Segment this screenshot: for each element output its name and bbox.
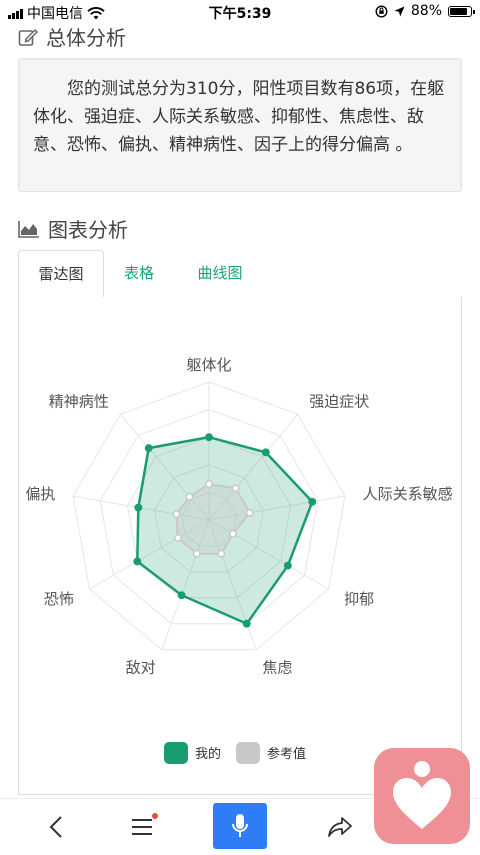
chart-panel: 躯体化强迫症状人际关系敏感抑郁焦虑 敌对 恐怖 偏执 精神病性我的 参考值 bbox=[18, 297, 462, 795]
radar-indicator-label: 精神病性 bbox=[49, 392, 109, 410]
tab-table-label: 表格 bbox=[123, 264, 154, 282]
radar-point-mine bbox=[205, 433, 213, 442]
radar-point-reference bbox=[231, 484, 240, 493]
notification-dot bbox=[152, 813, 158, 819]
status-bar: 中国电信 下午5:39 88% bbox=[0, 0, 480, 24]
radar-indicator-label: 躯体化 bbox=[186, 356, 231, 374]
legend-label-mine: 我的 bbox=[195, 746, 221, 762]
radar-indicator-label: 偏执 bbox=[25, 485, 55, 503]
legend-label-reference: 参考值 bbox=[267, 746, 306, 762]
radar-indicator-label: 抑郁 bbox=[344, 590, 374, 608]
edit-icon bbox=[18, 28, 38, 46]
microphone-icon bbox=[232, 814, 248, 837]
radar-point-mine bbox=[177, 591, 186, 600]
chart-tabs: 雷达图 表格 曲线图 bbox=[18, 250, 462, 298]
chart-title: 图表分析 bbox=[48, 218, 128, 242]
radar-point-mine bbox=[308, 497, 317, 506]
tab-radar-label: 雷达图 bbox=[38, 265, 84, 283]
radar-chart: 躯体化强迫症状人际关系敏感抑郁焦虑 敌对 恐怖 偏执 精神病性我的 参考值 bbox=[25, 356, 453, 764]
menu-icon bbox=[132, 819, 152, 835]
summary-box: 您的测试总分为310分，阳性项目数有86项，在躯体化、强迫症、人际关系敏感、抑郁… bbox=[18, 58, 462, 192]
radar-point-mine bbox=[133, 557, 142, 566]
back-button[interactable] bbox=[36, 799, 76, 855]
share-icon bbox=[328, 817, 352, 837]
summary-section-title: 总体分析 bbox=[18, 22, 126, 51]
heart-person-icon bbox=[393, 761, 451, 829]
voice-input-button[interactable] bbox=[213, 803, 267, 849]
radar-point-mine bbox=[242, 619, 251, 628]
radar-point-reference bbox=[217, 549, 226, 558]
location-icon bbox=[394, 6, 405, 16]
tab-line-chart-label: 曲线图 bbox=[197, 264, 243, 282]
radar-indicator-label: 敌对 bbox=[126, 659, 156, 677]
chart-section-title: 图表分析 bbox=[18, 214, 128, 243]
area-chart-icon bbox=[18, 220, 39, 238]
legend-swatch-mine bbox=[164, 742, 188, 764]
summary-title: 总体分析 bbox=[46, 26, 126, 50]
status-right: 88% bbox=[375, 3, 475, 19]
radar-point-reference bbox=[192, 549, 201, 558]
share-button[interactable] bbox=[320, 799, 360, 855]
radar-point-reference bbox=[205, 480, 213, 489]
battery-icon bbox=[448, 5, 475, 17]
floating-app-button[interactable] bbox=[374, 748, 470, 844]
tab-line-chart[interactable]: 曲线图 bbox=[180, 250, 260, 298]
radar-point-reference bbox=[185, 492, 194, 501]
radar-point-mine bbox=[144, 444, 153, 453]
radar-point-reference bbox=[173, 533, 182, 542]
battery-percent: 88% bbox=[410, 3, 442, 19]
radar-indicator-label: 强迫症状 bbox=[309, 392, 369, 410]
summary-text: 您的测试总分为310分，阳性项目数有86项，在躯体化、强迫症、人际关系敏感、抑郁… bbox=[33, 79, 445, 155]
radar-point-mine bbox=[134, 503, 143, 512]
tab-table[interactable]: 表格 bbox=[106, 250, 172, 298]
tab-radar[interactable]: 雷达图 bbox=[18, 250, 104, 298]
rotation-lock-icon bbox=[375, 4, 388, 18]
radar-point-reference bbox=[172, 510, 181, 519]
legend-swatch-reference bbox=[236, 742, 260, 764]
radar-indicator-label: 人际关系敏感 bbox=[363, 485, 453, 503]
radar-indicator-label: 恐怖 bbox=[44, 590, 74, 608]
radar-point-reference bbox=[228, 529, 237, 538]
radar-point-reference bbox=[245, 508, 254, 517]
back-icon bbox=[49, 816, 62, 838]
menu-button[interactable] bbox=[122, 799, 162, 855]
radar-point-mine bbox=[261, 448, 270, 457]
radar-indicator-label: 焦虑 bbox=[262, 659, 292, 677]
radar-point-mine bbox=[283, 561, 292, 570]
